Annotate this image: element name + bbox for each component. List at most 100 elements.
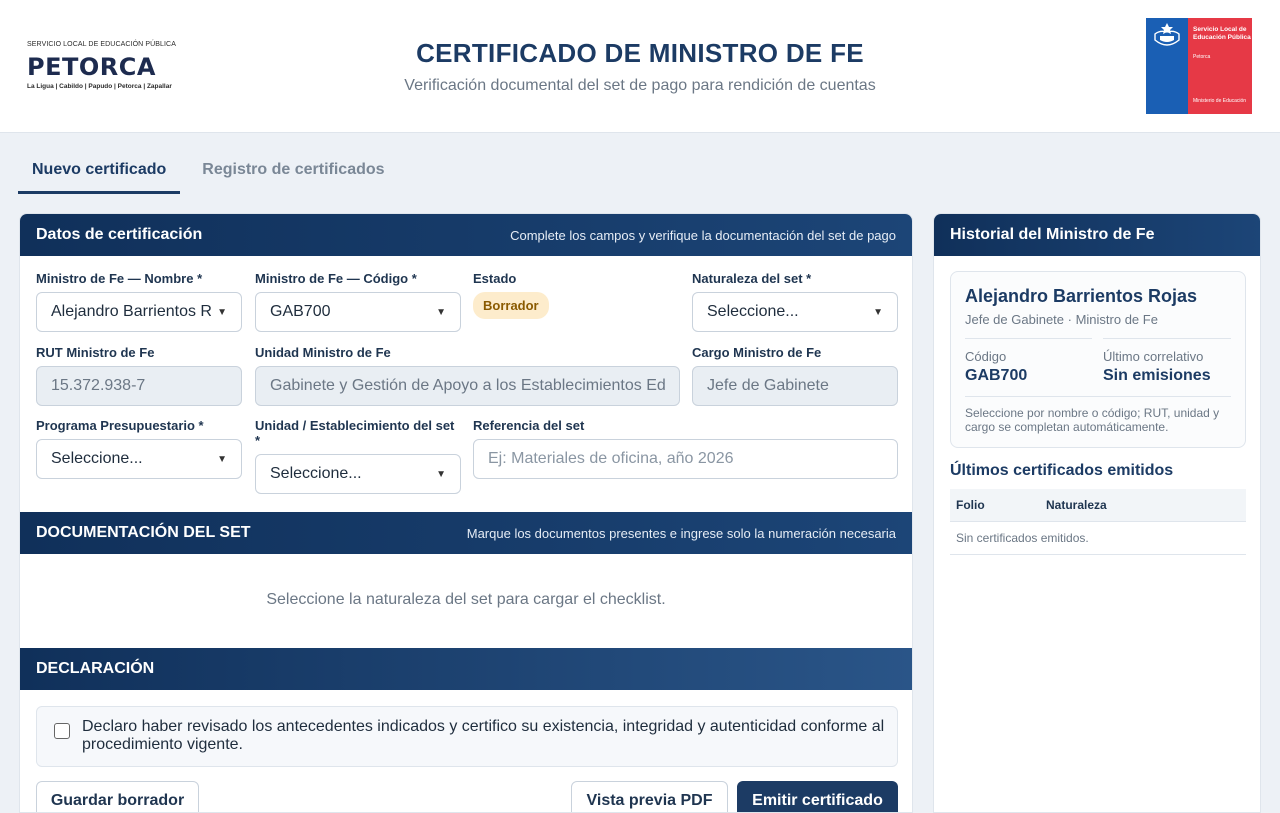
field-programa: Programa Presupuestario * Seleccione... … <box>36 418 242 479</box>
last-correlative-label: Último correlativo <box>1103 349 1204 364</box>
field-unidad: Unidad Ministro de Fe Gabinete y Gestión… <box>255 345 680 406</box>
logo-brand-text: PETORCA <box>27 53 156 81</box>
field-referencia: Referencia del set Ej: Materiales de ofi… <box>473 418 898 479</box>
logo-right-line2: Petorca <box>1193 54 1211 60</box>
declaration-box: Declaro haber revisado los antecedentes … <box>36 706 898 767</box>
rut-value: 15.372.938-7 <box>51 377 146 394</box>
nombre-select[interactable]: Alejandro Barrientos Rojas ▼ <box>36 292 242 332</box>
field-estado: Estado Borrador <box>473 271 679 319</box>
history-header: Historial del Ministro de Fe <box>934 214 1260 256</box>
establecimiento-value: Seleccione... <box>270 465 362 482</box>
estado-label: Estado <box>473 271 517 286</box>
emit-certificate-button[interactable]: Emitir certificado <box>737 781 898 812</box>
logo-tagline: SERVICIO LOCAL DE EDUCACIÓN PÚBLICA <box>27 41 176 48</box>
chevron-down-icon: ▼ <box>436 468 446 480</box>
field-establecimiento: Unidad / Establecimiento del set * Selec… <box>255 418 461 494</box>
save-draft-button[interactable]: Guardar borrador <box>36 781 199 812</box>
nombre-label: Ministro de Fe — Nombre * <box>36 271 203 286</box>
cert-section-header: Datos de certificación Complete los camp… <box>20 214 912 256</box>
cargo-value: Jefe de Gabinete <box>707 377 829 394</box>
slep-petorca-logo: SERVICIO LOCAL DE EDUCACIÓN PÚBLICA PETO… <box>27 41 179 93</box>
page-subtitle: Verificación documental del set de pago … <box>404 77 876 94</box>
doc-section-title: DOCUMENTACIÓN DEL SET <box>36 524 251 541</box>
page-title: CERTIFICADO DE MINISTRO DE FE <box>416 38 864 68</box>
field-cargo: Cargo Ministro de Fe Jefe de Gabinete <box>692 345 898 406</box>
field-nombre: Ministro de Fe — Nombre * Alejandro Barr… <box>36 271 242 332</box>
divider <box>965 396 1231 397</box>
minister-profile-card: Alejandro Barrientos Rojas Jefe de Gabin… <box>950 271 1246 448</box>
cert-section-hint: Complete los campos y verifique la docum… <box>510 227 896 243</box>
decl-section-title: DECLARACIÓN <box>36 660 155 677</box>
chevron-down-icon: ▼ <box>436 306 446 318</box>
cert-form: Ministro de Fe — Nombre * Alejandro Barr… <box>20 256 912 512</box>
cert-section-title: Datos de certificación <box>36 226 203 243</box>
naturaleza-value: Seleccione... <box>707 303 799 320</box>
programa-value: Seleccione... <box>51 450 143 467</box>
referencia-input[interactable]: Ej: Materiales de oficina, año 2026 <box>473 439 898 479</box>
doc-empty-message: Seleccione la naturaleza del set para ca… <box>266 591 666 608</box>
unidad-value: Gabinete y Gestión de Apoyo a los Establ… <box>270 377 665 394</box>
divider <box>965 338 1092 339</box>
chevron-down-icon: ▼ <box>873 306 883 318</box>
field-naturaleza: Naturaleza del set * Seleccione... ▼ <box>692 271 898 332</box>
cargo-label: Cargo Ministro de Fe <box>692 345 822 360</box>
minister-role: Jefe de Gabinete · Ministro de Fe <box>965 312 1158 327</box>
rut-label: RUT Ministro de Fe <box>36 345 155 360</box>
code-value: GAB700 <box>965 367 1028 384</box>
tab-registro-certificados[interactable]: Registro de certificados <box>188 150 398 194</box>
programa-label: Programa Presupuestario * <box>36 418 204 433</box>
coat-of-arms-icon <box>1154 23 1180 46</box>
programa-select[interactable]: Seleccione... ▼ <box>36 439 242 479</box>
last-correlative-value: Sin emisiones <box>1103 367 1211 384</box>
tab-nuevo-certificado[interactable]: Nuevo certificado <box>18 150 181 194</box>
page-header: SERVICIO LOCAL DE EDUCACIÓN PÚBLICA PETO… <box>0 0 1280 133</box>
unidad-label: Unidad Ministro de Fe <box>255 345 391 360</box>
code-label: Código <box>965 349 1007 364</box>
recent-certificates-table: Folio Naturaleza Sin certificados emitid… <box>950 489 1246 555</box>
status-badge: Borrador <box>473 292 549 319</box>
logo-blue-band <box>1146 18 1188 114</box>
cargo-input[interactable]: Jefe de Gabinete <box>692 366 898 406</box>
logo-right-line1: Servicio Local de Educación Pública <box>1193 26 1251 41</box>
decl-section-header: DECLARACIÓN <box>20 648 912 690</box>
declaration-checkbox[interactable] <box>54 723 70 739</box>
mineduc-logo: Servicio Local de Educación Pública Peto… <box>1146 18 1252 114</box>
codigo-value: GAB700 <box>270 303 331 320</box>
declaration-text: Declaro haber revisado los antecedentes … <box>82 718 885 753</box>
nombre-value: Alejandro Barrientos Rojas <box>51 303 212 320</box>
decl-area: Declaro haber revisado los antecedentes … <box>20 690 912 812</box>
history-panel: Historial del Ministro de Fe Alejandro B… <box>933 213 1261 813</box>
chevron-down-icon: ▼ <box>217 453 227 465</box>
establecimiento-label: Unidad / Establecimiento del set * <box>255 418 455 448</box>
logo-brand: PETORCA <box>27 54 156 80</box>
referencia-label: Referencia del set <box>473 418 585 433</box>
table-empty-row: Sin certificados emitidos. <box>950 522 1246 555</box>
preview-pdf-button[interactable]: Vista previa PDF <box>571 781 728 812</box>
logo-red-band: Servicio Local de Educación Pública Peto… <box>1188 18 1252 114</box>
certificate-form-card: Datos de certificación Complete los camp… <box>19 213 913 813</box>
unidad-input[interactable]: Gabinete y Gestión de Apoyo a los Establ… <box>255 366 680 406</box>
rut-input[interactable]: 15.372.938-7 <box>36 366 242 406</box>
history-title: Historial del Ministro de Fe <box>950 226 1155 243</box>
title-block: CERTIFICADO DE MINISTRO DE FE Verificaci… <box>340 38 940 95</box>
field-codigo: Ministro de Fe — Código * GAB700 ▼ <box>255 271 461 332</box>
codigo-select[interactable]: GAB700 ▼ <box>255 292 461 332</box>
profile-note: Seleccione por nombre o código; RUT, uni… <box>965 406 1220 434</box>
doc-section-header: DOCUMENTACIÓN DEL SET Marque los documen… <box>20 512 912 554</box>
logo-right-line3: Ministerio de Educación <box>1193 98 1247 104</box>
divider <box>1103 338 1231 339</box>
recent-certificates-title: Últimos certificados emitidos <box>950 462 1174 479</box>
codigo-label: Ministro de Fe — Código * <box>255 271 417 286</box>
naturaleza-select[interactable]: Seleccione... ▼ <box>692 292 898 332</box>
naturaleza-label: Naturaleza del set * <box>692 271 812 286</box>
tab-bar: Nuevo certificado Registro de certificad… <box>18 150 399 194</box>
header-folio: Folio <box>956 498 985 512</box>
establecimiento-select[interactable]: Seleccione... ▼ <box>255 454 461 494</box>
doc-section-hint: Marque los documentos presentes e ingres… <box>466 525 896 541</box>
chevron-down-icon: ▼ <box>217 306 227 318</box>
logo-communes: La Ligua | Cabildo | Papudo | Petorca | … <box>27 83 172 90</box>
referencia-placeholder: Ej: Materiales de oficina, año 2026 <box>488 450 734 467</box>
field-rut: RUT Ministro de Fe 15.372.938-7 <box>36 345 242 406</box>
minister-name: Alejandro Barrientos Rojas <box>965 286 1198 306</box>
table-header: Folio Naturaleza <box>950 489 1246 522</box>
